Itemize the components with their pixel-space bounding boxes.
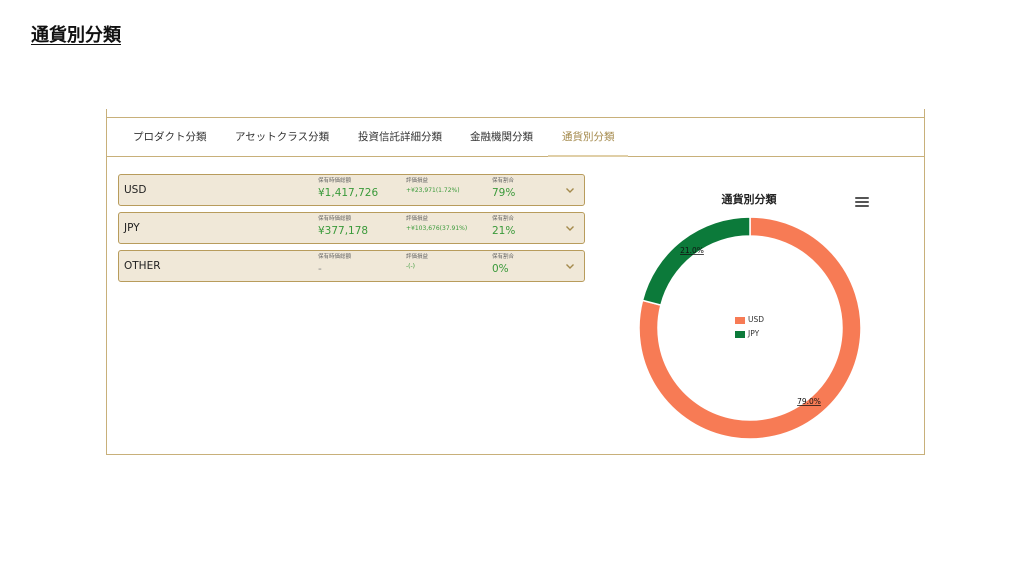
donut-chart: 79.0% 21.0% (638, 216, 862, 440)
legend-swatch (735, 316, 745, 324)
legend-label: USD (748, 315, 765, 324)
classification-panel: プロダクト分類 アセットクラス分類 投資信託詳細分類 金融機関分類 通貨別分類 … (106, 109, 925, 455)
data-label-usd: 79.0% (797, 397, 821, 406)
page-title: 通貨別分類 (31, 25, 121, 46)
legend-swatch (735, 330, 745, 338)
donut-slice-jpy[interactable] (641, 216, 751, 307)
legend-label: JPY (748, 329, 760, 338)
legend-item-usd[interactable]: USD (735, 315, 764, 324)
legend-item-jpy[interactable]: JPY (735, 329, 759, 338)
data-label-jpy: 21.0% (680, 246, 704, 255)
